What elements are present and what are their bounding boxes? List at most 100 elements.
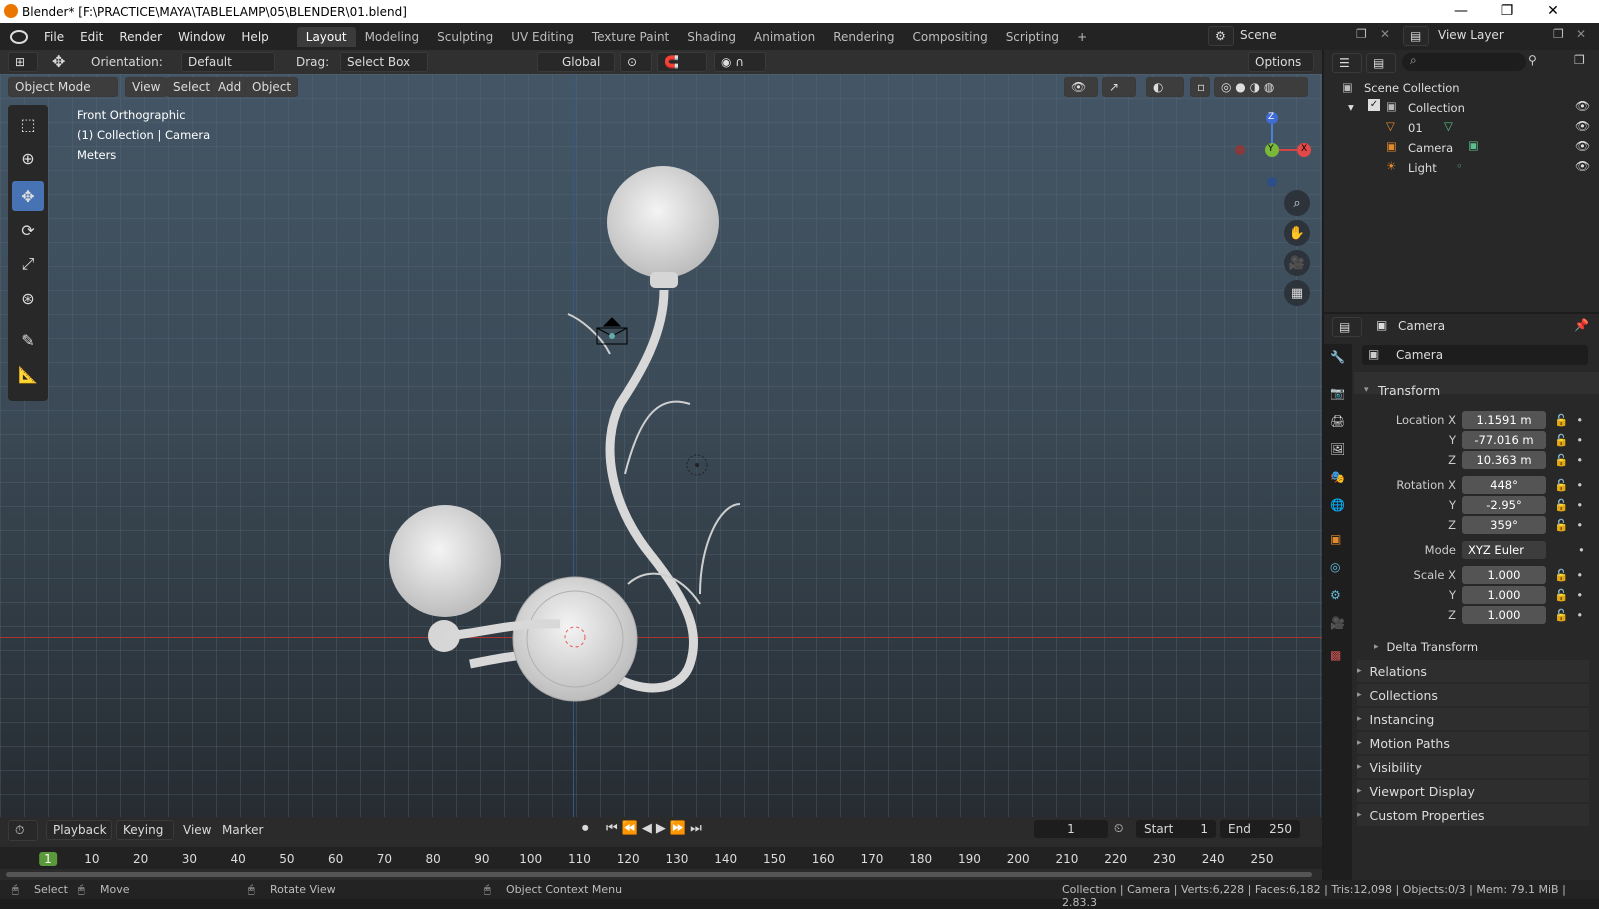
lock-icon[interactable]: 🔓 (1554, 568, 1568, 582)
pivot-point-icon[interactable]: ⊙ (620, 52, 652, 72)
tab-texture-paint[interactable]: Texture Paint (583, 27, 678, 47)
menu-help[interactable]: Help (233, 30, 276, 44)
location-z-field[interactable]: 10.363 m (1462, 451, 1546, 469)
keyframe-dot-icon[interactable]: • (1576, 478, 1583, 492)
collection-checkbox[interactable]: ✓ (1368, 99, 1380, 111)
scene-name[interactable]: Scene (1240, 28, 1277, 42)
lock-icon[interactable]: 🔓 (1554, 413, 1568, 427)
cursor-tool-icon[interactable]: ⊕ (12, 143, 44, 173)
start-frame-field[interactable]: Start 1 (1136, 820, 1216, 838)
keyframe-dot-icon[interactable]: • (1576, 498, 1583, 512)
tab-rendering[interactable]: Rendering (824, 27, 903, 47)
new-collection-icon[interactable]: ❐ (1574, 53, 1585, 67)
restore-button[interactable]: ❐ (1484, 0, 1530, 23)
marker-menu[interactable]: Marker (222, 823, 263, 837)
keyframe-dot-icon[interactable]: • (1576, 568, 1583, 582)
viewlayer-icon[interactable]: ▤ (1403, 26, 1429, 46)
01-eye-icon[interactable]: 👁 (1575, 119, 1590, 133)
viewport-display-section[interactable]: Viewport Display (1357, 780, 1589, 802)
outliner-editor-icon[interactable]: ☰ (1332, 53, 1362, 73)
keying-menu[interactable]: Keying (116, 820, 174, 840)
object-name-field[interactable]: Camera (1362, 345, 1588, 365)
rotation-x-field[interactable]: 448° (1462, 476, 1546, 494)
texture-tab-icon[interactable]: ▩ (1330, 648, 1341, 662)
relations-section[interactable]: Relations (1357, 660, 1589, 682)
display-mode-icon[interactable]: ▤ (1366, 53, 1396, 73)
keyframe-dot-icon[interactable]: • (1576, 433, 1583, 447)
keyframe-dot-icon[interactable]: • (1576, 608, 1583, 622)
3d-viewport[interactable]: Object Mode View Select Add Object 👁 ↗ ◐… (0, 74, 1322, 817)
outliner-item-camera[interactable]: Camera (1408, 141, 1453, 155)
tab-compositing[interactable]: Compositing (903, 27, 996, 47)
lock-icon[interactable]: 🔓 (1554, 453, 1568, 467)
menu-render[interactable]: Render (111, 30, 170, 44)
current-frame-field[interactable]: 1 (1034, 820, 1108, 838)
collection-expand-icon[interactable]: ▾ (1348, 100, 1354, 114)
lamp-model[interactable] (0, 74, 1322, 817)
transform-label[interactable]: Transform (1378, 383, 1440, 398)
viewlayer-name[interactable]: View Layer (1438, 28, 1504, 42)
collection-label[interactable]: Collection (1408, 101, 1465, 115)
outliner-search-input[interactable]: ⌕ (1402, 53, 1526, 71)
outliner-item-light[interactable]: Light (1408, 161, 1437, 175)
custom-properties-section[interactable]: Custom Properties (1357, 804, 1589, 826)
location-y-field[interactable]: -77.016 m (1462, 431, 1546, 449)
delete-viewlayer-icon[interactable]: ✕ (1576, 27, 1586, 41)
lock-icon[interactable]: 🔓 (1554, 478, 1568, 492)
tool-tab-icon[interactable]: 🔧 (1330, 350, 1345, 364)
lock-icon[interactable]: 🔓 (1554, 588, 1568, 602)
motion-paths-section[interactable]: Motion Paths (1357, 732, 1589, 754)
measure-tool-icon[interactable]: 📐 (12, 359, 44, 389)
transform-orientation-dropdown[interactable]: Global (537, 52, 615, 72)
rotation-mode-dropdown[interactable]: XYZ Euler (1462, 541, 1546, 559)
proportional-edit-icon[interactable]: ◉ ∩ (714, 52, 766, 72)
annotate-tool-icon[interactable]: ✎ (12, 325, 44, 355)
constraints-tab-icon[interactable]: ⚙ (1330, 588, 1341, 602)
properties-editor-icon[interactable]: ▤ (1332, 317, 1362, 337)
menu-file[interactable]: File (36, 30, 72, 44)
scene-collection-label[interactable]: Scene Collection (1364, 81, 1460, 95)
playback-menu[interactable]: Playback (46, 820, 112, 840)
instancing-section[interactable]: Instancing (1357, 708, 1589, 730)
lock-icon[interactable]: 🔓 (1554, 433, 1568, 447)
scale-x-field[interactable]: 1.000 (1462, 566, 1546, 584)
transform-tool-icon[interactable]: ⊛ (12, 283, 44, 313)
preview-range-icon[interactable]: ⏲ (1114, 821, 1123, 836)
timeline-editor-icon[interactable]: ⏱ (8, 820, 38, 841)
blender-menu-icon[interactable] (10, 29, 28, 44)
keyframe-dot-icon[interactable]: • (1576, 453, 1583, 467)
lock-icon[interactable]: 🔓 (1554, 608, 1568, 622)
tab-sculpting[interactable]: Sculpting (428, 27, 502, 47)
move-tool-button-icon[interactable]: ✥ (12, 181, 44, 211)
tab-scripting[interactable]: Scripting (997, 27, 1068, 47)
timeline-view-menu[interactable]: View (183, 823, 211, 837)
physics-tab-icon[interactable]: ◎ (1330, 560, 1340, 574)
editor-type-icon[interactable]: ⊞ (8, 52, 38, 72)
world-tab-icon[interactable]: 🌐 (1330, 498, 1345, 512)
lock-icon[interactable]: 🔓 (1554, 518, 1568, 532)
camera-data-tab-icon[interactable]: 🎥 (1330, 616, 1345, 630)
render-tab-icon[interactable]: 📷 (1330, 386, 1345, 400)
keyframe-dot-icon[interactable]: • (1576, 413, 1583, 427)
keyframe-dot-icon[interactable]: • (1576, 588, 1583, 602)
rotate-tool-icon[interactable]: ⟳ (12, 215, 44, 245)
drag-dropdown[interactable]: Select Box (340, 52, 428, 72)
tab-shading[interactable]: Shading (678, 27, 745, 47)
scale-tool-icon[interactable]: ⤢ (12, 249, 44, 279)
collections-section[interactable]: Collections (1357, 684, 1589, 706)
playback-controls-icon[interactable]: ⏮⏪◀▶⏩⏭ (606, 821, 706, 836)
rotation-z-field[interactable]: 359° (1462, 516, 1546, 534)
camera-eye-icon[interactable]: 👁 (1575, 139, 1590, 153)
close-window-button[interactable]: ✕ (1530, 0, 1576, 23)
viewlayer-tab-icon[interactable]: 🖼 (1330, 442, 1345, 456)
tab-uv-editing[interactable]: UV Editing (502, 27, 583, 47)
options-dropdown[interactable]: Options (1248, 52, 1314, 72)
collection-eye-icon[interactable]: 👁 (1575, 99, 1590, 113)
orientation-dropdown[interactable]: Default (181, 52, 275, 72)
select-box-tool-icon[interactable]: ⬚ (12, 109, 44, 139)
menu-edit[interactable]: Edit (72, 30, 111, 44)
scene-selector-icon[interactable]: ⚙ (1208, 26, 1234, 46)
record-icon[interactable]: ⏺ (582, 821, 589, 836)
outliner-item-01[interactable]: 01 (1408, 121, 1423, 135)
tab-animation[interactable]: Animation (745, 27, 824, 47)
